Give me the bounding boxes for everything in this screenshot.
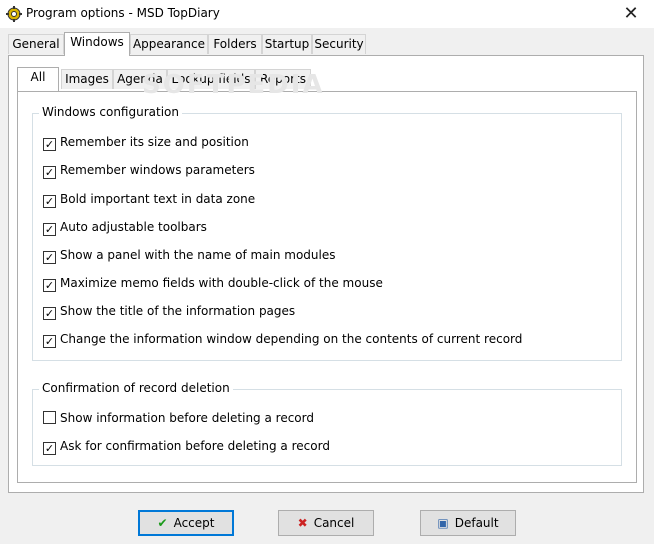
- windows-config-group: Windows configuration ✓ Remember its size…: [32, 105, 622, 361]
- window-title: Program options - MSD TopDiary: [26, 6, 220, 20]
- checkbox-show-info-delete[interactable]: Show information before deleting a recor…: [43, 410, 314, 426]
- checkbox-show-panel[interactable]: ✓ Show a panel with the name of main modu…: [43, 247, 336, 264]
- inner-tab-panel: Windows configuration ✓ Remember its size…: [17, 91, 637, 483]
- checkbox-icon[interactable]: ✓: [43, 223, 56, 236]
- checkbox-icon[interactable]: [43, 411, 56, 424]
- tab-images[interactable]: Images: [61, 69, 113, 89]
- watermark: SOFTPEDIA: [142, 70, 325, 100]
- checkbox-icon[interactable]: ✓: [43, 166, 56, 179]
- gear-icon: [6, 6, 22, 22]
- tab-folders[interactable]: Folders: [208, 34, 262, 54]
- tab-all[interactable]: All: [17, 67, 59, 91]
- checkbox-show-title[interactable]: ✓ Show the title of the information pages: [43, 303, 295, 320]
- deletion-config-label: Confirmation of record deletion: [39, 381, 233, 395]
- cancel-button[interactable]: ✖ Cancel: [278, 510, 374, 536]
- checkbox-ask-confirm-delete[interactable]: ✓ Ask for confirmation before deleting a …: [43, 438, 330, 455]
- check-icon: ✔: [157, 516, 168, 530]
- tab-appearance[interactable]: Appearance: [130, 34, 208, 54]
- tab-security[interactable]: Security: [312, 34, 366, 54]
- button-bar: ✔ Accept ✖ Cancel ▣ Default: [0, 500, 654, 544]
- title-bar: Program options - MSD TopDiary ✕: [0, 0, 654, 28]
- accept-button[interactable]: ✔ Accept: [138, 510, 234, 536]
- windows-config-label: Windows configuration: [39, 105, 182, 119]
- checkbox-remember-size[interactable]: ✓ Remember its size and position: [43, 134, 249, 151]
- checkbox-icon[interactable]: ✓: [43, 251, 56, 264]
- checkbox-change-info-window[interactable]: ✓ Change the information window depending…: [43, 331, 522, 348]
- checkbox-maximize-memo[interactable]: ✓ Maximize memo fields with double-click …: [43, 275, 383, 292]
- checkbox-bold-text[interactable]: ✓ Bold important text in data zone: [43, 191, 255, 208]
- checkbox-icon[interactable]: ✓: [43, 279, 56, 292]
- deletion-config-group: Confirmation of record deletion Show inf…: [32, 381, 622, 466]
- checkbox-icon[interactable]: ✓: [43, 195, 56, 208]
- default-button[interactable]: ▣ Default: [420, 510, 516, 536]
- checkbox-auto-toolbars[interactable]: ✓ Auto adjustable toolbars: [43, 219, 207, 236]
- close-icon: ✕: [623, 3, 639, 24]
- checkbox-icon[interactable]: ✓: [43, 138, 56, 151]
- checkbox-icon[interactable]: ✓: [43, 307, 56, 320]
- close-button[interactable]: ✕: [608, 0, 654, 28]
- tab-startup[interactable]: Startup: [262, 34, 312, 54]
- checkbox-icon[interactable]: ✓: [43, 442, 56, 455]
- default-icon: ▣: [437, 516, 449, 530]
- checkbox-icon[interactable]: ✓: [43, 335, 56, 348]
- tab-windows[interactable]: Windows: [64, 32, 130, 56]
- tab-general[interactable]: General: [8, 34, 64, 54]
- x-icon: ✖: [297, 516, 308, 530]
- checkbox-remember-windows[interactable]: ✓ Remember windows parameters: [43, 162, 255, 179]
